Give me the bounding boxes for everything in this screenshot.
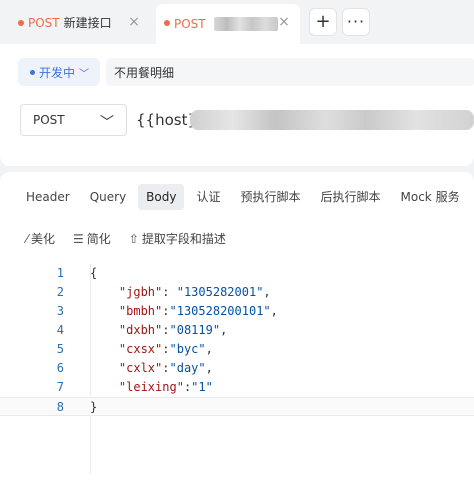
json-editor[interactable]: 1{2 "jgbh": "1305282001", 3 "bmbh":"13052… [0, 264, 474, 489]
environment-selector[interactable]: 开发中 ﹀ [18, 58, 100, 86]
tab-1[interactable]: Query [82, 184, 134, 210]
json-punct: , [205, 342, 213, 356]
json-punct: : [162, 285, 177, 299]
json-punct: , [220, 323, 228, 337]
code-line: 1{ [0, 264, 474, 283]
upload-icon: ⇧ [128, 231, 139, 246]
json-punct: : [162, 304, 170, 318]
redacted-tab-name [213, 17, 278, 31]
chevron-down-icon: ﹀ [100, 115, 114, 131]
add-tab-button[interactable]: + [309, 8, 337, 36]
tab-3[interactable]: 认证 [188, 184, 228, 210]
json-punct: : [162, 323, 170, 337]
tab-0[interactable]: Header [18, 184, 78, 210]
json-punct: } [90, 400, 98, 414]
json-string: "1305282001" [176, 285, 264, 299]
json-key: "cxsx" [118, 342, 163, 356]
code-line: 6 "cxlx":"day", [0, 359, 474, 378]
code-text: "leixing":"1" [90, 378, 213, 397]
line-number: 8 [56, 400, 64, 414]
request-panel: 开发中 ﹀ 不用餐明细 POST ﹀ {{host}} [0, 44, 474, 166]
action-label: 提取字段和描述 [141, 232, 226, 246]
method-value: POST [33, 113, 65, 127]
tab-method: POST [174, 17, 206, 31]
description-field[interactable]: 不用餐明细 [106, 58, 474, 86]
line-number: 6 [56, 361, 64, 375]
description-text: 不用餐明细 [114, 65, 175, 80]
tab-name: 新建接口 [63, 16, 112, 30]
action-button-1[interactable]: ☰ 简化 [73, 230, 111, 247]
json-key: "jgbh" [118, 285, 163, 299]
tab-method: POST [28, 15, 60, 30]
code-text: "bmbh":"130528200101", [90, 302, 278, 321]
json-punct: : [162, 361, 170, 375]
method-dot-icon [18, 20, 24, 26]
redacted-url [190, 110, 474, 130]
action-label: 简化 [86, 232, 111, 246]
tab-6[interactable]: Mock 服务 [393, 184, 468, 210]
code-text: "cxsx":"byc", [90, 340, 213, 359]
json-string: "day" [169, 361, 206, 375]
action-button-2[interactable]: ⇧ 提取字段和描述 [129, 230, 226, 247]
code-text: "dxbh":"08119", [90, 321, 227, 340]
json-string: "1" [191, 380, 213, 394]
tab-current-request[interactable]: POST × [156, 4, 300, 44]
json-punct: , [270, 304, 278, 318]
close-icon[interactable]: × [276, 14, 292, 30]
json-string: "08119" [169, 323, 221, 337]
code-line: 8} [0, 397, 474, 416]
close-icon[interactable]: × [126, 14, 142, 30]
line-number: 1 [56, 266, 64, 280]
line-number: 3 [56, 304, 64, 318]
json-key: "bmbh" [118, 304, 163, 318]
line-number: 7 [56, 380, 64, 394]
method-dot-icon [164, 20, 170, 26]
magic-wand-icon: ⁄ [26, 231, 29, 246]
json-punct [90, 342, 119, 356]
chevron-down-icon: ﹀ [79, 68, 90, 80]
code-text: { [90, 264, 97, 283]
code-line: 4 "dxbh":"08119", [0, 321, 474, 340]
code-text: "cxlx":"day", [90, 359, 213, 378]
code-line: 5 "cxsx":"byc", [0, 340, 474, 359]
json-key: "dxbh" [118, 323, 163, 337]
environment-label: 开发中 [39, 65, 76, 80]
code-line: 7 "leixing":"1" [0, 378, 474, 397]
tab-2[interactable]: Body [138, 184, 185, 210]
list-compact-icon: ☰ [73, 231, 84, 246]
json-punct: { [90, 266, 98, 280]
json-punct [90, 285, 119, 299]
action-label: 美化 [31, 232, 56, 246]
action-button-0[interactable]: ⁄ 美化 [26, 230, 55, 247]
json-punct: : [162, 342, 170, 356]
json-string: "130528200101" [169, 304, 271, 318]
request-subtabs: Header Query Body 认证 预执行脚本 后执行脚本 Mock 服务 [18, 184, 472, 210]
json-string: "byc" [169, 342, 206, 356]
code-line: 3 "bmbh":"130528200101", [0, 302, 474, 321]
json-punct [90, 323, 119, 337]
tab-4[interactable]: 预执行脚本 [232, 184, 308, 210]
tab-5[interactable]: 后执行脚本 [313, 184, 389, 210]
status-dot-icon [30, 69, 35, 75]
json-key: "cxlx" [118, 361, 163, 375]
json-punct [90, 304, 119, 318]
code-text: "jgbh": "1305282001", [90, 283, 271, 302]
line-number: 4 [56, 323, 64, 337]
more-options-button[interactable]: ··· [342, 8, 370, 36]
tab-new-interface[interactable]: POST 新建接口 × [10, 6, 150, 39]
tab-bar: POST 新建接口 × POST × + ··· [0, 0, 474, 44]
code-text: } [90, 398, 97, 417]
method-select[interactable]: POST ﹀ [20, 104, 127, 136]
json-punct: , [263, 285, 271, 299]
json-punct: , [205, 361, 213, 375]
json-key: "leixing" [118, 380, 184, 394]
json-punct [90, 380, 119, 394]
json-punct [90, 361, 119, 375]
line-number: 2 [56, 285, 64, 299]
line-number: 5 [56, 342, 64, 356]
body-panel: Header Query Body 认证 预执行脚本 后执行脚本 Mock 服务 ⁄ 美化 ☰ 简… [0, 172, 474, 489]
code-line: 2 "jgbh": "1305282001", [0, 283, 474, 302]
body-actions: ⁄ 美化 ☰ 简化 ⇧ 提取字段和描述 [26, 230, 244, 247]
